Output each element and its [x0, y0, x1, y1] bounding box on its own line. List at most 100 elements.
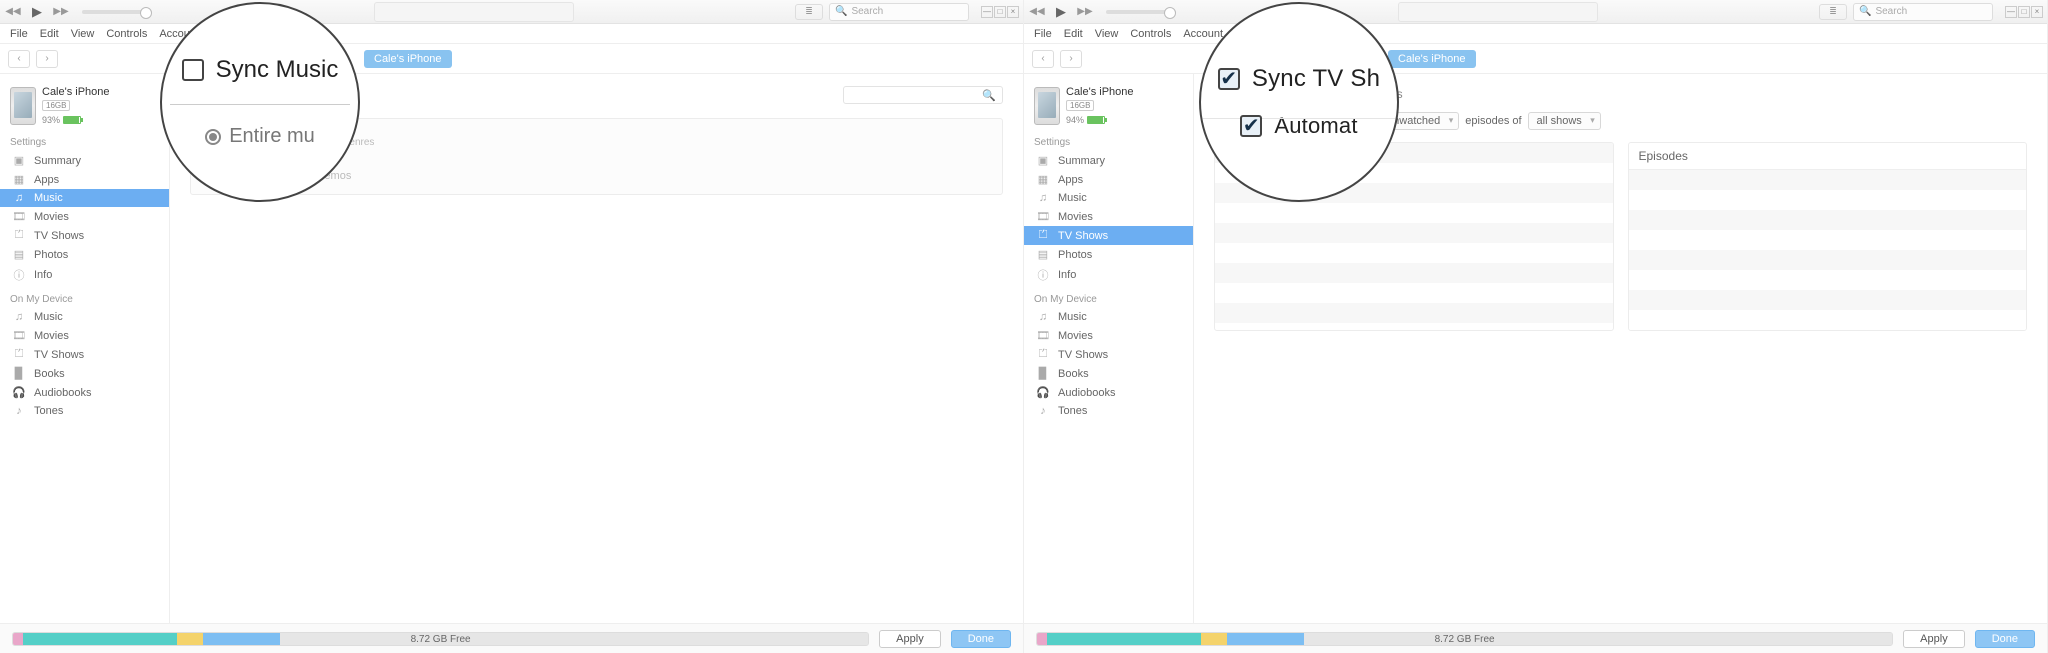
back-button[interactable]: ‹	[1032, 50, 1054, 68]
sidebar-item-summary[interactable]: ▣Summary	[1024, 151, 1193, 170]
entire-library-radio[interactable]	[205, 129, 221, 145]
menu-edit[interactable]: Edit	[36, 28, 63, 40]
list-item[interactable]	[1629, 250, 2027, 270]
menu-bar: File Edit View Controls Account Help	[0, 24, 1023, 44]
volume-slider[interactable]	[82, 10, 152, 14]
sidebar-item-movies[interactable]: 🎞Movies	[1024, 207, 1193, 226]
capacity-bar: 8.72 GB Free	[12, 632, 869, 646]
include-voice-memos[interactable]: Include voice memos	[231, 170, 984, 182]
close-button[interactable]: ×	[2031, 6, 2043, 18]
movies-icon: 🎞	[12, 210, 26, 223]
menu-controls[interactable]: Controls	[1126, 28, 1175, 40]
apply-button[interactable]: Apply	[1903, 630, 1965, 648]
tv-icon: ⏍	[12, 229, 26, 242]
sidebar-item-music[interactable]: ♫Music	[0, 189, 169, 207]
battery-icon	[1087, 116, 1105, 124]
device-block[interactable]: Cale's iPhone 16GB 94%	[1024, 82, 1193, 129]
list-item[interactable]	[1215, 243, 1613, 263]
list-item[interactable]	[1215, 283, 1613, 303]
omd-item-movies[interactable]: 🎞Movies	[1024, 326, 1193, 345]
omd-item-music[interactable]: ♫Music	[1024, 308, 1193, 326]
list-view-button[interactable]: ≣	[1819, 4, 1847, 20]
search-input[interactable]: 🔍 Search	[1853, 3, 1993, 21]
menu-file[interactable]: File	[6, 28, 32, 40]
menu-view[interactable]: View	[67, 28, 99, 40]
forward-button[interactable]: ▶▶	[52, 3, 70, 21]
rewind-button[interactable]: ◀◀	[4, 3, 22, 21]
back-button[interactable]: ‹	[8, 50, 30, 68]
sidebar-item-movies[interactable]: 🎞Movies	[0, 207, 169, 226]
apply-button[interactable]: Apply	[879, 630, 941, 648]
list-item[interactable]	[1215, 263, 1613, 283]
itunes-window-left: ◀◀ ▶ ▶▶ ≣ 🔍 Search — □ × File Edit View …	[0, 0, 1024, 653]
sidebar-item-apps[interactable]: ▦Apps	[1024, 170, 1193, 189]
mag-sync-music-row[interactable]: Sync Music	[182, 56, 339, 84]
sidebar-item-info[interactable]: ⓘInfo	[0, 264, 169, 286]
list-item[interactable]	[1629, 290, 2027, 310]
menu-view[interactable]: View	[1091, 28, 1123, 40]
minimize-button[interactable]: —	[981, 6, 993, 18]
close-button[interactable]: ×	[1007, 6, 1019, 18]
search-icon: 🔍	[982, 89, 996, 102]
forward-button[interactable]: ▶▶	[1076, 3, 1094, 21]
minimize-button[interactable]: —	[2005, 6, 2017, 18]
sidebar-item-apps[interactable]: ▦Apps	[0, 170, 169, 189]
list-item[interactable]	[1629, 230, 2027, 250]
done-button[interactable]: Done	[1975, 630, 2035, 648]
episodes-column: Episodes	[1628, 142, 2028, 331]
omd-item-music[interactable]: ♫Music	[0, 308, 169, 326]
sidebar-item-photos[interactable]: ▤Photos	[0, 245, 169, 264]
maximize-button[interactable]: □	[994, 6, 1006, 18]
list-item[interactable]	[1629, 210, 2027, 230]
sidebar-item-music[interactable]: ♫Music	[1024, 189, 1193, 207]
omd-item-tones[interactable]: ♪Tones	[0, 402, 169, 420]
rewind-button[interactable]: ◀◀	[1028, 3, 1046, 21]
menu-file[interactable]: File	[1030, 28, 1056, 40]
omd-item-books[interactable]: ▉Books	[0, 364, 169, 383]
omd-item-tvshows[interactable]: ⏍TV Shows	[1024, 345, 1193, 364]
list-view-button[interactable]: ≣	[795, 4, 823, 20]
omd-item-audiobooks[interactable]: 🎧Audiobooks	[1024, 383, 1193, 402]
search-input[interactable]: 🔍 Search	[829, 3, 969, 21]
auto-include-checkbox[interactable]	[1240, 115, 1262, 137]
show-filter-dropdown[interactable]: all shows	[1528, 112, 1601, 130]
list-item[interactable]	[1629, 270, 2027, 290]
play-button[interactable]: ▶	[1052, 3, 1070, 21]
list-item[interactable]	[1215, 303, 1613, 323]
sidebar-item-tvshows[interactable]: ⏍TV Shows	[0, 226, 169, 245]
sidebar-item-photos[interactable]: ▤Photos	[1024, 245, 1193, 264]
omd-item-books[interactable]: ▉Books	[1024, 364, 1193, 383]
list-item[interactable]	[1629, 310, 2027, 330]
capacity-free-label: 8.72 GB Free	[411, 634, 471, 645]
mag-sync-tv-row[interactable]: Sync TV Sh	[1218, 65, 1380, 93]
list-item[interactable]	[1629, 170, 2027, 190]
maximize-button[interactable]: □	[2018, 6, 2030, 18]
menu-account[interactable]: Account	[1179, 28, 1227, 40]
sidebar-item-tvshows[interactable]: ⏍TV Shows	[1024, 226, 1193, 245]
list-item[interactable]	[1215, 203, 1613, 223]
books-icon: ▉	[12, 367, 26, 380]
menu-edit[interactable]: Edit	[1060, 28, 1087, 40]
menu-controls[interactable]: Controls	[102, 28, 151, 40]
sync-tvshows-checkbox[interactable]	[1218, 68, 1240, 90]
omd-item-tvshows[interactable]: ⏍TV Shows	[0, 345, 169, 364]
search-icon: 🔍	[835, 6, 847, 17]
done-button[interactable]: Done	[951, 630, 1011, 648]
mag-entire-row[interactable]: Entire mu	[205, 125, 315, 148]
content-search-input[interactable]: 🔍	[843, 86, 1003, 104]
device-pill[interactable]: Cale's iPhone	[364, 50, 452, 68]
list-item[interactable]	[1629, 190, 2027, 210]
device-block[interactable]: Cale's iPhone 16GB 93%	[0, 82, 169, 129]
forward-button-nav[interactable]: ›	[1060, 50, 1082, 68]
sidebar-item-summary[interactable]: ▣Summary	[0, 151, 169, 170]
omd-item-audiobooks[interactable]: 🎧Audiobooks	[0, 383, 169, 402]
volume-slider[interactable]	[1106, 10, 1176, 14]
play-button[interactable]: ▶	[28, 3, 46, 21]
sync-music-checkbox[interactable]	[182, 59, 204, 81]
device-pill[interactable]: Cale's iPhone	[1388, 50, 1476, 68]
list-item[interactable]	[1215, 223, 1613, 243]
omd-item-tones[interactable]: ♪Tones	[1024, 402, 1193, 420]
sidebar-item-info[interactable]: ⓘInfo	[1024, 264, 1193, 286]
forward-button-nav[interactable]: ›	[36, 50, 58, 68]
omd-item-movies[interactable]: 🎞Movies	[0, 326, 169, 345]
